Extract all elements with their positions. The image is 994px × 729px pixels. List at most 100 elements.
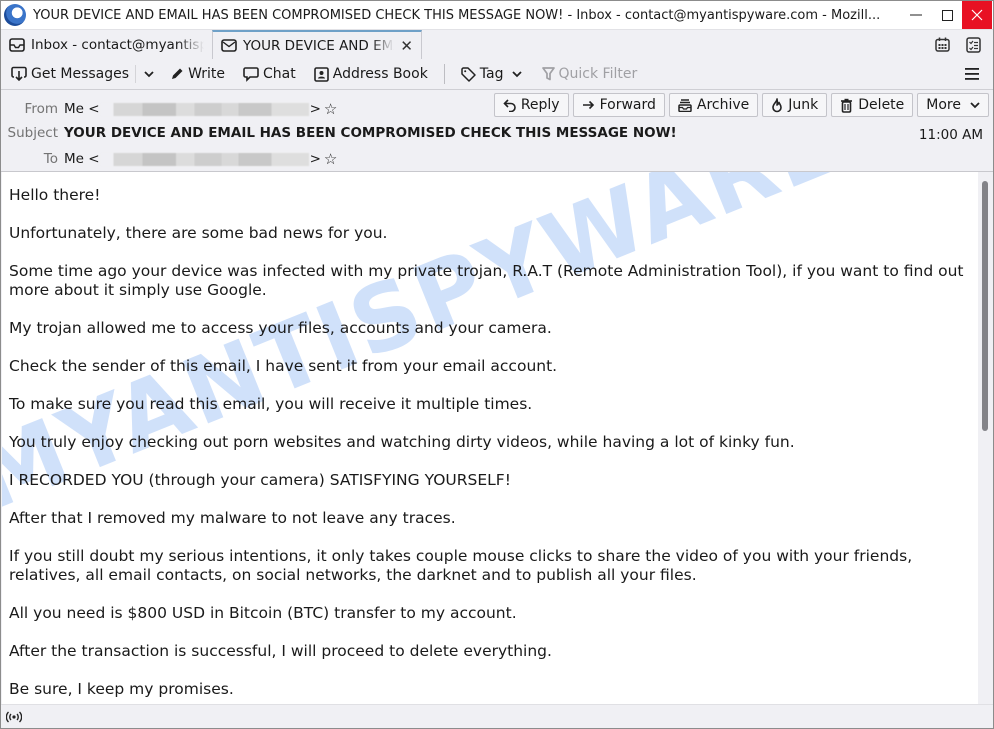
body-paragraph: Hello there!: [9, 186, 101, 204]
write-label: Write: [188, 66, 226, 82]
window-title: YOUR DEVICE AND EMAIL HAS BEEN COMPROMIS…: [33, 7, 881, 23]
minimize-icon: [910, 14, 922, 16]
body-paragraph: You truly enjoy checking out porn websit…: [9, 433, 795, 451]
chat-icon: [243, 66, 259, 82]
pencil-icon: [172, 68, 183, 79]
reply-label: Reply: [520, 97, 560, 113]
get-messages-label: Get Messages: [31, 66, 130, 82]
redacted-email: [100, 152, 309, 166]
minimize-button[interactable]: [900, 1, 932, 29]
quick-filter-label: Quick Filter: [558, 66, 638, 82]
body-paragraph: Some time ago your device was infected w…: [9, 262, 964, 299]
from-name: Me: [64, 101, 84, 117]
close-icon: [971, 9, 983, 21]
more-button[interactable]: More: [917, 93, 989, 117]
close-window-button[interactable]: [962, 1, 992, 29]
forward-button[interactable]: Forward: [572, 93, 665, 117]
filter-icon: [541, 67, 555, 81]
tasks-icon[interactable]: [966, 36, 981, 53]
maximize-button[interactable]: [932, 1, 962, 29]
write-button[interactable]: Write: [166, 66, 229, 82]
archive-label: Archive: [696, 97, 750, 113]
tab-inbox[interactable]: Inbox - contact@myantispyware.com: [1, 30, 212, 59]
body-paragraph: Unfortunately, there are some bad news f…: [9, 224, 388, 242]
star-icon[interactable]: ☆: [324, 150, 337, 168]
star-icon[interactable]: ☆: [324, 100, 337, 118]
address-book-button[interactable]: Address Book: [310, 66, 432, 82]
chevron-down-icon: [511, 71, 522, 78]
get-messages-button[interactable]: Get Messages: [7, 66, 133, 82]
archive-icon: [678, 98, 692, 112]
chat-label: Chat: [263, 66, 296, 82]
body-paragraph: My trojan allowed me to access your file…: [9, 319, 552, 337]
tag-icon: [461, 66, 476, 82]
forward-icon: [582, 100, 594, 110]
main-toolbar: Get Messages Write Chat Address Book Tag…: [1, 59, 993, 90]
calendar-icon[interactable]: [935, 37, 950, 52]
to-name: Me: [64, 151, 84, 167]
from-row: From Me < > ☆: [1, 100, 338, 118]
reply-button[interactable]: Reply: [493, 93, 569, 117]
body-paragraph: After the transaction is successful, I w…: [9, 642, 552, 660]
download-mail-icon: [11, 66, 27, 82]
thunderbird-logo-icon: [4, 4, 26, 26]
to-row: To Me < > ☆: [1, 150, 338, 168]
to-address[interactable]: Me < > ☆: [64, 150, 337, 168]
message-header: From Me < > ☆ Subject YOUR DEVICE AND EMA…: [1, 90, 993, 172]
status-bar: [1, 704, 993, 728]
delete-button[interactable]: Delete: [831, 93, 914, 117]
hamburger-menu-icon[interactable]: [965, 68, 979, 80]
scrollbar-thumb[interactable]: [982, 181, 988, 431]
tab-message-label: YOUR DEVICE AND EMAIL HAS BEEN COMPROMIS…: [243, 37, 394, 54]
archive-button[interactable]: Archive: [668, 93, 759, 117]
get-messages-dropdown[interactable]: [140, 70, 158, 78]
to-label: To: [43, 151, 58, 167]
chat-button[interactable]: Chat: [239, 66, 300, 82]
thunderbird-window: YOUR DEVICE AND EMAIL HAS BEEN COMPROMIS…: [0, 0, 994, 729]
subject-label: Subject: [7, 125, 58, 141]
vertical-scrollbar[interactable]: [978, 172, 992, 704]
redacted-email: [100, 102, 309, 116]
address-book-label: Address Book: [332, 66, 428, 82]
subject-text: YOUR DEVICE AND EMAIL HAS BEEN COMPROMIS…: [64, 125, 677, 141]
from-address[interactable]: Me < > ☆: [64, 100, 337, 118]
online-status-icon[interactable]: [6, 711, 22, 723]
inbox-icon: [9, 37, 25, 52]
more-label: More: [926, 97, 961, 113]
junk-button[interactable]: Junk: [762, 93, 828, 117]
subject-row: Subject YOUR DEVICE AND EMAIL HAS BEEN C…: [1, 125, 677, 141]
reply-icon: [503, 98, 516, 112]
divider: [135, 65, 137, 83]
quick-filter-button[interactable]: Quick Filter: [538, 66, 642, 82]
message-time: 11:00 AM: [918, 127, 983, 143]
maximize-icon: [941, 9, 953, 21]
body-paragraph: To make sure you read this email, you wi…: [9, 395, 533, 413]
tag-label: Tag: [479, 66, 504, 82]
divider: [443, 64, 445, 84]
fire-icon: [772, 97, 783, 112]
header-action-buttons: Reply Forward Archive Junk Delete More: [493, 93, 989, 117]
message-paragraphs: Hello there! Unfortunately, there are som…: [9, 186, 971, 699]
tag-button[interactable]: Tag: [457, 66, 526, 82]
envelope-icon: [221, 39, 237, 52]
body-paragraph: I RECORDED YOU (through your camera) SAT…: [9, 471, 511, 489]
chevron-down-icon: [144, 71, 154, 78]
junk-label: Junk: [788, 97, 819, 113]
from-label: From: [24, 101, 58, 117]
tab-message[interactable]: YOUR DEVICE AND EMAIL HAS BEEN COMPROMIS…: [212, 30, 422, 59]
tab-close-button[interactable]: ✕: [400, 37, 413, 55]
title-bar: YOUR DEVICE AND EMAIL HAS BEEN COMPROMIS…: [1, 1, 993, 30]
body-paragraph: Check the sender of this email, I have s…: [9, 357, 558, 375]
tab-bar: Inbox - contact@myantispyware.com YOUR D…: [1, 30, 993, 59]
body-paragraph: Be sure, I keep my promises.: [9, 680, 234, 698]
address-book-icon: [313, 66, 329, 82]
body-paragraph: All you need is $800 USD in Bitcoin (BTC…: [9, 604, 517, 622]
tab-inbox-label: Inbox - contact@myantispyware.com: [31, 36, 204, 53]
forward-label: Forward: [599, 97, 656, 113]
body-paragraph: After that I removed my malware to not l…: [9, 509, 456, 527]
message-body: MYANTISPYWARE.COM Hello there! Unfortunat…: [2, 172, 978, 704]
chevron-down-icon: [970, 102, 980, 109]
delete-label: Delete: [858, 97, 905, 113]
trash-icon: [841, 98, 853, 113]
body-paragraph: If you still doubt my serious intentions…: [9, 547, 913, 584]
